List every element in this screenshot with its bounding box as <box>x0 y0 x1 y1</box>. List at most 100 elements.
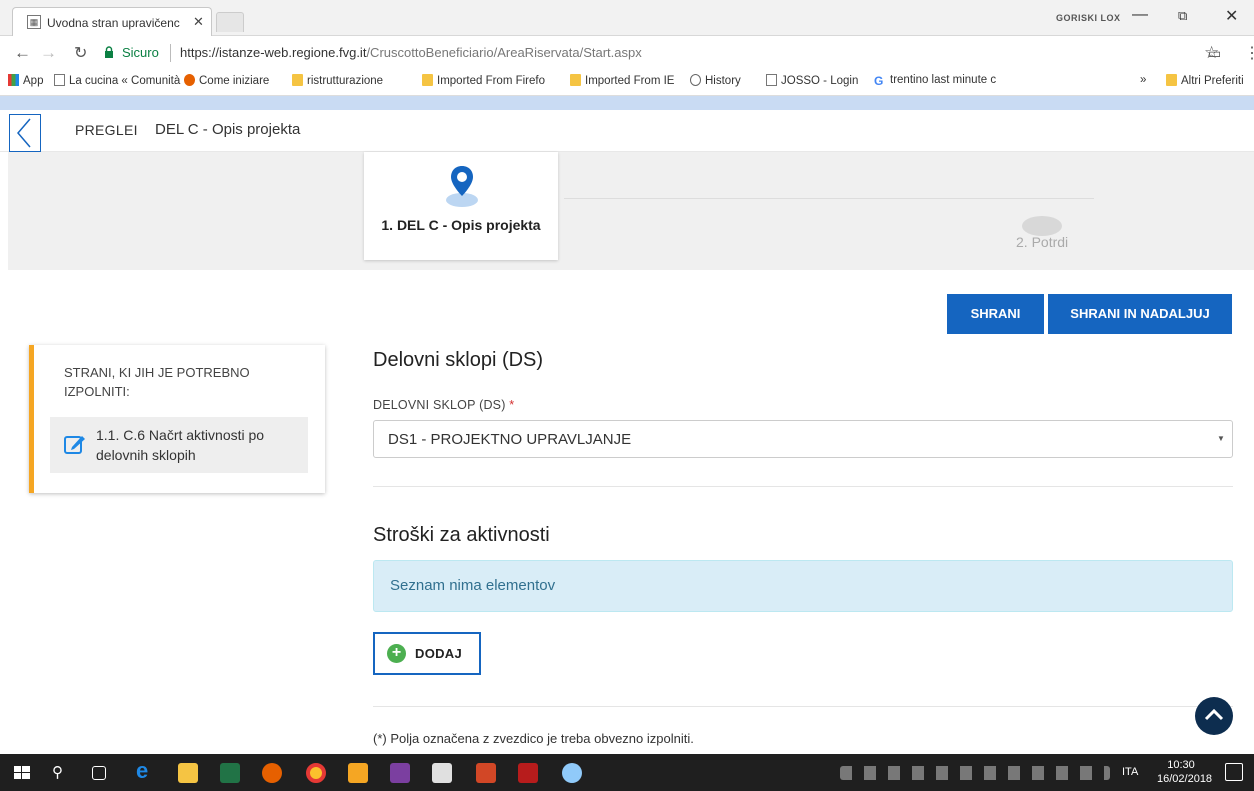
new-tab-button[interactable] <box>216 12 244 32</box>
step-1-label: 1. DEL C - Opis projekta <box>381 217 541 233</box>
app-header: PREGLEI DEL C - Opis projekta <box>0 110 1254 152</box>
work-package-label-text: DELOVNI SKLOP (DS) <box>373 398 506 412</box>
back-button[interactable] <box>9 114 41 152</box>
profile-name[interactable]: GORISKI LOX <box>1056 13 1121 23</box>
windows-taskbar: ⚲ e ITA 10:30 16/02/2018 <box>0 754 1254 791</box>
add-button[interactable]: + DODAJ <box>373 632 481 675</box>
reload-icon[interactable]: ↻ <box>74 43 87 63</box>
acrobat-icon[interactable] <box>518 763 538 783</box>
firefox-icon <box>184 74 195 86</box>
back-arrow-icon[interactable]: ← <box>14 43 31 63</box>
edge-icon[interactable]: e <box>136 758 156 783</box>
search-icon[interactable]: ⚲ <box>52 763 72 783</box>
bookmark-other[interactable]: Altri Preferiti <box>1166 74 1244 87</box>
bookmark-label: La cucina « Comunità <box>69 75 181 87</box>
folder-icon <box>292 74 303 86</box>
bookmarks-overflow-icon[interactable]: » <box>1140 74 1146 86</box>
minimize-icon[interactable]: — <box>1132 6 1148 24</box>
work-package-select-value: DS1 - PROJEKTNO UPRAVLJANJE <box>388 431 632 448</box>
scroll-to-top-button[interactable] <box>1195 697 1233 735</box>
url-input[interactable]: Sicuro https://istanze-web.regione.fvg.i… <box>100 39 1230 67</box>
close-tab-icon[interactable]: ✕ <box>193 14 204 30</box>
forward-arrow-icon[interactable]: → <box>40 43 57 63</box>
required-pages-title: STRANI, KI JIH JE POTREBNO IZPOLNITI: <box>64 365 250 399</box>
work-package-label: DELOVNI SKLOP (DS) * <box>373 398 514 412</box>
winrar-icon[interactable] <box>390 763 410 783</box>
activity-costs-heading: Stroški za aktivnosti <box>373 524 550 546</box>
google-icon: G <box>874 74 884 88</box>
required-pages-panel: STRANI, KI JIH JE POTREBNO IZPOLNITI: 1.… <box>29 345 325 493</box>
restore-icon[interactable]: ⧉ <box>1178 8 1187 24</box>
bookmark-la-cucina[interactable]: La cucina « Comunità <box>54 74 180 87</box>
notifications-icon[interactable] <box>1225 763 1243 781</box>
bookmarks-bar: App La cucina « Comunità Come iniziare r… <box>0 70 1254 96</box>
bookmark-josso[interactable]: JOSSO - Login <box>766 74 858 87</box>
chevron-left-icon <box>17 118 31 148</box>
empty-list-message: Seznam nima elementov <box>390 577 556 594</box>
breadcrumb-root[interactable]: PREGLEI <box>75 122 138 138</box>
add-button-label: DODAJ <box>415 646 463 661</box>
clock-time: 10:30 <box>1167 759 1195 771</box>
file-explorer-icon[interactable] <box>178 763 198 783</box>
required-page-item[interactable]: 1.1. C.6 Načrt aktivnosti po delovnih sk… <box>50 417 308 473</box>
bookmark-label: Altri Preferiti <box>1181 75 1244 87</box>
work-packages-heading: Delovni sklopi (DS) <box>373 349 544 371</box>
bookmark-imported-firefox[interactable]: Imported From Firefo <box>422 74 545 87</box>
bookmark-imported-ie[interactable]: Imported From IE <box>570 74 674 87</box>
map-pin-icon <box>446 166 478 207</box>
lock-icon <box>105 46 113 58</box>
bookmark-label: JOSSO - Login <box>781 75 859 87</box>
section-divider <box>373 706 1233 707</box>
browser-tab[interactable]: ▦ Uvodna stran upravičenc ✕ <box>12 7 212 36</box>
wizard-steps: 1. DEL C - Opis projekta 2. Potrdi <box>8 152 1254 270</box>
bookmark-come-iniziare[interactable]: Come iniziare <box>184 74 269 87</box>
windows-start-icon[interactable] <box>12 763 32 783</box>
bookmark-apps[interactable]: App <box>8 74 43 87</box>
bookmark-trentino[interactable]: Gtrentino last minute c <box>874 74 996 88</box>
url-base: https://istanze-web.regione.fvg.it <box>180 45 367 60</box>
save-and-continue-button[interactable]: SHRANI IN NADALJUJ <box>1048 294 1232 334</box>
bookmark-history[interactable]: History <box>690 74 741 87</box>
address-bar: ← → ↻ Sicuro https://istanze-web.regione… <box>0 36 1254 70</box>
excel-icon[interactable] <box>220 763 240 783</box>
mail-icon[interactable] <box>432 763 452 783</box>
edit-icon <box>64 436 85 454</box>
page-icon <box>54 74 65 86</box>
language-indicator[interactable]: ITA <box>1122 766 1138 778</box>
cast-icon[interactable]: ▭ <box>1208 45 1221 62</box>
step-1[interactable]: 1. DEL C - Opis projekta <box>364 152 558 260</box>
bookmark-label: Imported From IE <box>585 75 675 87</box>
bookmark-label: App <box>23 75 44 87</box>
bookmark-label: Come iniziare <box>199 75 270 87</box>
step-2-marker[interactable] <box>1022 216 1062 236</box>
required-fields-note: (*) Polja označena z zvezdico je treba o… <box>373 731 694 746</box>
kebab-menu-icon[interactable]: ⋮ <box>1244 43 1254 63</box>
apps-grid-icon <box>8 74 19 86</box>
page-top-strip <box>0 96 1254 110</box>
url-path: /CruscottoBeneficiario/AreaRiservata/Sta… <box>366 45 642 60</box>
url-text: https://istanze-web.regione.fvg.it/Crusc… <box>180 45 642 60</box>
powerpoint-icon[interactable] <box>476 763 496 783</box>
save-button[interactable]: SHRANI <box>947 294 1044 334</box>
browser-tab-bar: ▦ Uvodna stran upravičenc ✕ GORISKI LOX … <box>0 0 1254 36</box>
bookmark-label: History <box>705 75 741 87</box>
tab-title: Uvodna stran upravičenc <box>47 16 180 30</box>
chrome-icon[interactable] <box>306 763 326 783</box>
bookmark-ristrutturazione[interactable]: ristrutturazione <box>292 74 383 87</box>
page-icon <box>766 74 777 86</box>
task-view-icon[interactable] <box>92 766 106 780</box>
step-2-label[interactable]: 2. Potrdi <box>1016 234 1068 250</box>
breadcrumb-current: DEL C - Opis projekta <box>155 121 301 138</box>
tray-icons[interactable] <box>840 766 1110 780</box>
paint-icon[interactable] <box>562 763 582 783</box>
firefox-icon[interactable] <box>262 763 282 783</box>
empty-list-alert: Seznam nima elementov <box>373 560 1233 612</box>
secure-label: Sicuro <box>122 45 159 60</box>
section-divider <box>373 486 1233 487</box>
app-icon[interactable] <box>348 763 368 783</box>
plus-circle-icon: + <box>387 644 406 663</box>
clock[interactable]: 10:30 16/02/2018 <box>1157 758 1212 786</box>
window-close-icon[interactable]: ✕ <box>1225 6 1238 26</box>
required-page-label: 1.1. C.6 Načrt aktivnosti po delovnih sk… <box>96 427 265 463</box>
work-package-select[interactable]: DS1 - PROJEKTNO UPRAVLJANJE ▼ <box>373 420 1233 458</box>
